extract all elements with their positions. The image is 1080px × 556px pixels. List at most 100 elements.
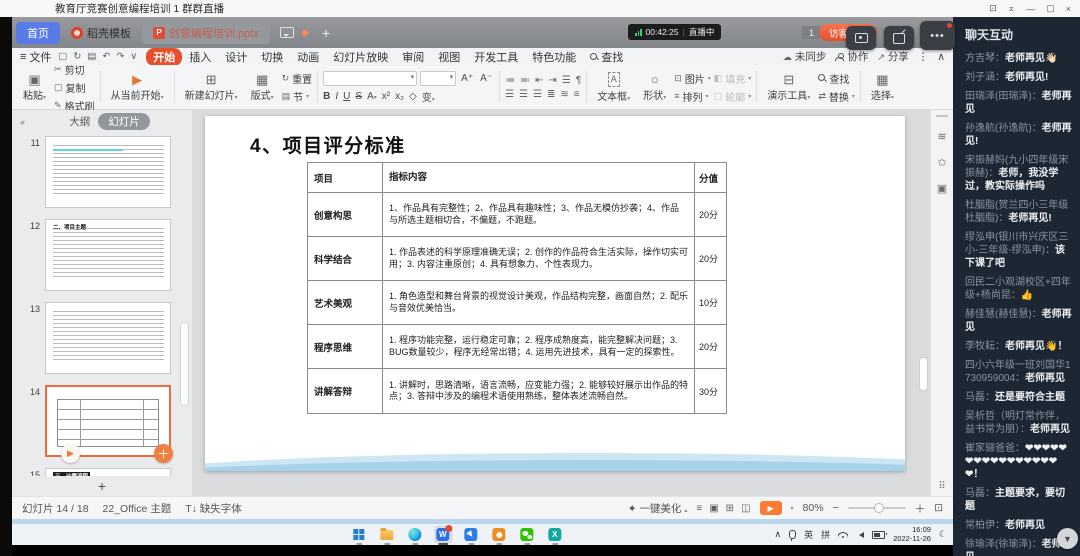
ime-english[interactable]: 英	[804, 528, 813, 541]
microphone-icon[interactable]	[789, 530, 797, 541]
menu-item[interactable]: 视图	[431, 48, 467, 66]
sidebar-scrollbar[interactable]	[180, 322, 189, 406]
taskbar-app-icon[interactable]	[462, 526, 480, 545]
volume-icon[interactable]	[856, 531, 865, 538]
theme-name[interactable]: 22_Office 主题	[103, 501, 172, 516]
copy-button[interactable]: ▢ 复制	[54, 80, 95, 95]
quick-access-icon[interactable]: ▢	[58, 51, 67, 62]
layers-icon[interactable]: ▣	[937, 182, 947, 195]
taskbar-app-icon[interactable]: X	[546, 526, 564, 545]
reading-view-icon[interactable]: ◫	[741, 503, 750, 514]
alignment-icon[interactable]: ☰	[519, 89, 528, 100]
menu-item[interactable]: 开发工具	[467, 48, 525, 66]
layout-button[interactable]: ▦ 版式▾	[246, 67, 279, 107]
superscript-button[interactable]: x²	[382, 91, 390, 102]
slide-thumbnail[interactable]: 11	[25, 136, 192, 208]
thumbnail-frame[interactable]: 三、比赛流程	[45, 468, 171, 476]
zoom-slider-knob[interactable]	[873, 503, 884, 513]
clear-format-button[interactable]: ◇	[409, 91, 417, 102]
tab-home[interactable]: 首页	[16, 21, 60, 44]
stream-more-button[interactable]: •••	[920, 21, 955, 50]
scoring-table[interactable]: 项目 指标内容 分值 创意构思 1、作品具有完整性；2、作品具有趣味性；3、作品…	[307, 162, 727, 414]
cut-button[interactable]: ✂ 剪切	[54, 62, 95, 77]
taskbar-app-icon[interactable]	[378, 526, 396, 545]
slide-thumbnail[interactable]: 12 二、项目主题	[25, 219, 192, 291]
wifi-icon[interactable]	[838, 531, 849, 539]
underline-button[interactable]: U	[343, 91, 350, 102]
play-from-current-button[interactable]: ▶ 从当前开始▾	[106, 67, 169, 107]
quick-access-icon[interactable]: ↷	[116, 51, 124, 62]
notes-view-icon[interactable]: ≡	[696, 503, 702, 514]
arrange-button[interactable]: ≡ 排列 ▾	[674, 89, 711, 104]
grow-font-button[interactable]: A⁺	[459, 73, 475, 84]
tab-document[interactable]: P 创意编程培训.pptx	[142, 21, 270, 44]
new-tab-button[interactable]: +	[322, 25, 330, 41]
shape-button[interactable]: ○ 形状▾	[638, 67, 671, 107]
thumbnail-add-button[interactable]: ＋	[154, 444, 173, 463]
play-options-caret[interactable]: ▾	[791, 505, 794, 512]
collaborate-button[interactable]: 协作	[835, 49, 868, 64]
window-control-icon[interactable]: —	[1026, 4, 1035, 14]
find-button[interactable]: 查找	[818, 71, 855, 86]
thumbnail-play-button[interactable]: ▶	[61, 444, 80, 463]
zoom-level[interactable]: 80%	[803, 502, 824, 514]
share-button[interactable]: ↗ 分享	[877, 49, 908, 64]
alignment-icon[interactable]: ≋	[560, 89, 568, 100]
alignment-icon[interactable]: ≣	[547, 89, 555, 100]
fill-button[interactable]: ◧ 填充 ▾	[714, 71, 752, 86]
animation-star-icon[interactable]: ✩	[937, 156, 946, 169]
present-tools-button[interactable]: ⊟ 演示工具▾	[762, 67, 815, 107]
menu-item[interactable]: 切换	[254, 48, 290, 66]
textbox-button[interactable]: A 文本框▾	[592, 67, 635, 107]
beautify-button[interactable]: ✦ 一键美化 ▴	[628, 501, 688, 516]
menu-item[interactable]: 设计	[218, 48, 254, 66]
fit-window-button[interactable]: ⊡	[934, 502, 943, 514]
font-size-select[interactable]	[420, 70, 457, 86]
collapse-ribbon-button[interactable]: ∧	[937, 51, 945, 63]
chat-scroll-to-bottom-button[interactable]: ▼	[1057, 528, 1078, 549]
taskbar-app-icon[interactable]	[518, 526, 536, 545]
thumbnail-frame[interactable]	[45, 302, 171, 374]
window-control-icon[interactable]: ▢	[1046, 3, 1055, 14]
bold-button[interactable]: B	[323, 91, 330, 102]
quick-access-icon[interactable]: ↶	[102, 51, 110, 62]
window-control-icon[interactable]: ×	[1066, 4, 1071, 14]
quick-access-icon[interactable]: ↻	[73, 51, 81, 62]
subscript-button[interactable]: x₂	[395, 91, 404, 102]
tray-expand-icon[interactable]: ∧	[774, 529, 781, 540]
menu-item[interactable]: 开始	[146, 47, 183, 66]
paragraph-icon[interactable]: ⇤	[535, 75, 543, 86]
stream-camera-button[interactable]	[846, 26, 876, 50]
battery-icon[interactable]	[872, 530, 888, 539]
add-slide-button[interactable]: +	[12, 476, 192, 496]
zoom-in-button[interactable]: ＋	[915, 501, 926, 516]
alignment-icon[interactable]: ☰	[533, 89, 542, 100]
sync-status[interactable]: ☁ 未同步	[783, 49, 826, 64]
slide-title[interactable]: 4、项目评分标准	[250, 131, 406, 158]
window-control-icon[interactable]: ⌅	[1008, 3, 1016, 14]
strikethrough-button[interactable]: S	[355, 91, 362, 102]
menu-item[interactable]: 幻灯片放映	[326, 48, 395, 66]
ime-pinyin[interactable]: 拼	[821, 528, 830, 541]
alignment-icon[interactable]: ☰	[505, 89, 514, 100]
window-control-icon[interactable]: ⊡	[989, 3, 997, 14]
reset-button[interactable]: ↻ 重置	[282, 71, 313, 86]
stream-screenshare-button[interactable]	[884, 26, 914, 50]
slide-thumbnail[interactable]: 13	[25, 302, 192, 374]
zoom-slider[interactable]	[847, 503, 906, 513]
taskbar-app-icon[interactable]	[490, 526, 508, 545]
taskbar-app-icon[interactable]	[350, 526, 368, 545]
thumbnail-frame[interactable]	[45, 136, 171, 208]
panel-handle[interactable]	[936, 115, 948, 117]
zoom-out-button[interactable]: −	[833, 502, 839, 514]
paragraph-icon[interactable]: ≕	[520, 75, 530, 86]
thumbnail-frame[interactable]: ▶ ＋	[45, 385, 173, 463]
section-button[interactable]: ▤ 节 ▾	[282, 89, 313, 104]
tab-outline[interactable]: 大纲	[69, 114, 90, 129]
missing-font[interactable]: T↓ 缺失字体	[185, 501, 242, 516]
paragraph-icon[interactable]: ⇥	[548, 75, 556, 86]
italic-button[interactable]: I	[335, 91, 338, 102]
canvas-scrollbar[interactable]	[919, 357, 928, 391]
sorter-view-icon[interactable]: ⊞	[726, 503, 734, 514]
text-effect-button[interactable]: 变▾	[422, 89, 435, 104]
